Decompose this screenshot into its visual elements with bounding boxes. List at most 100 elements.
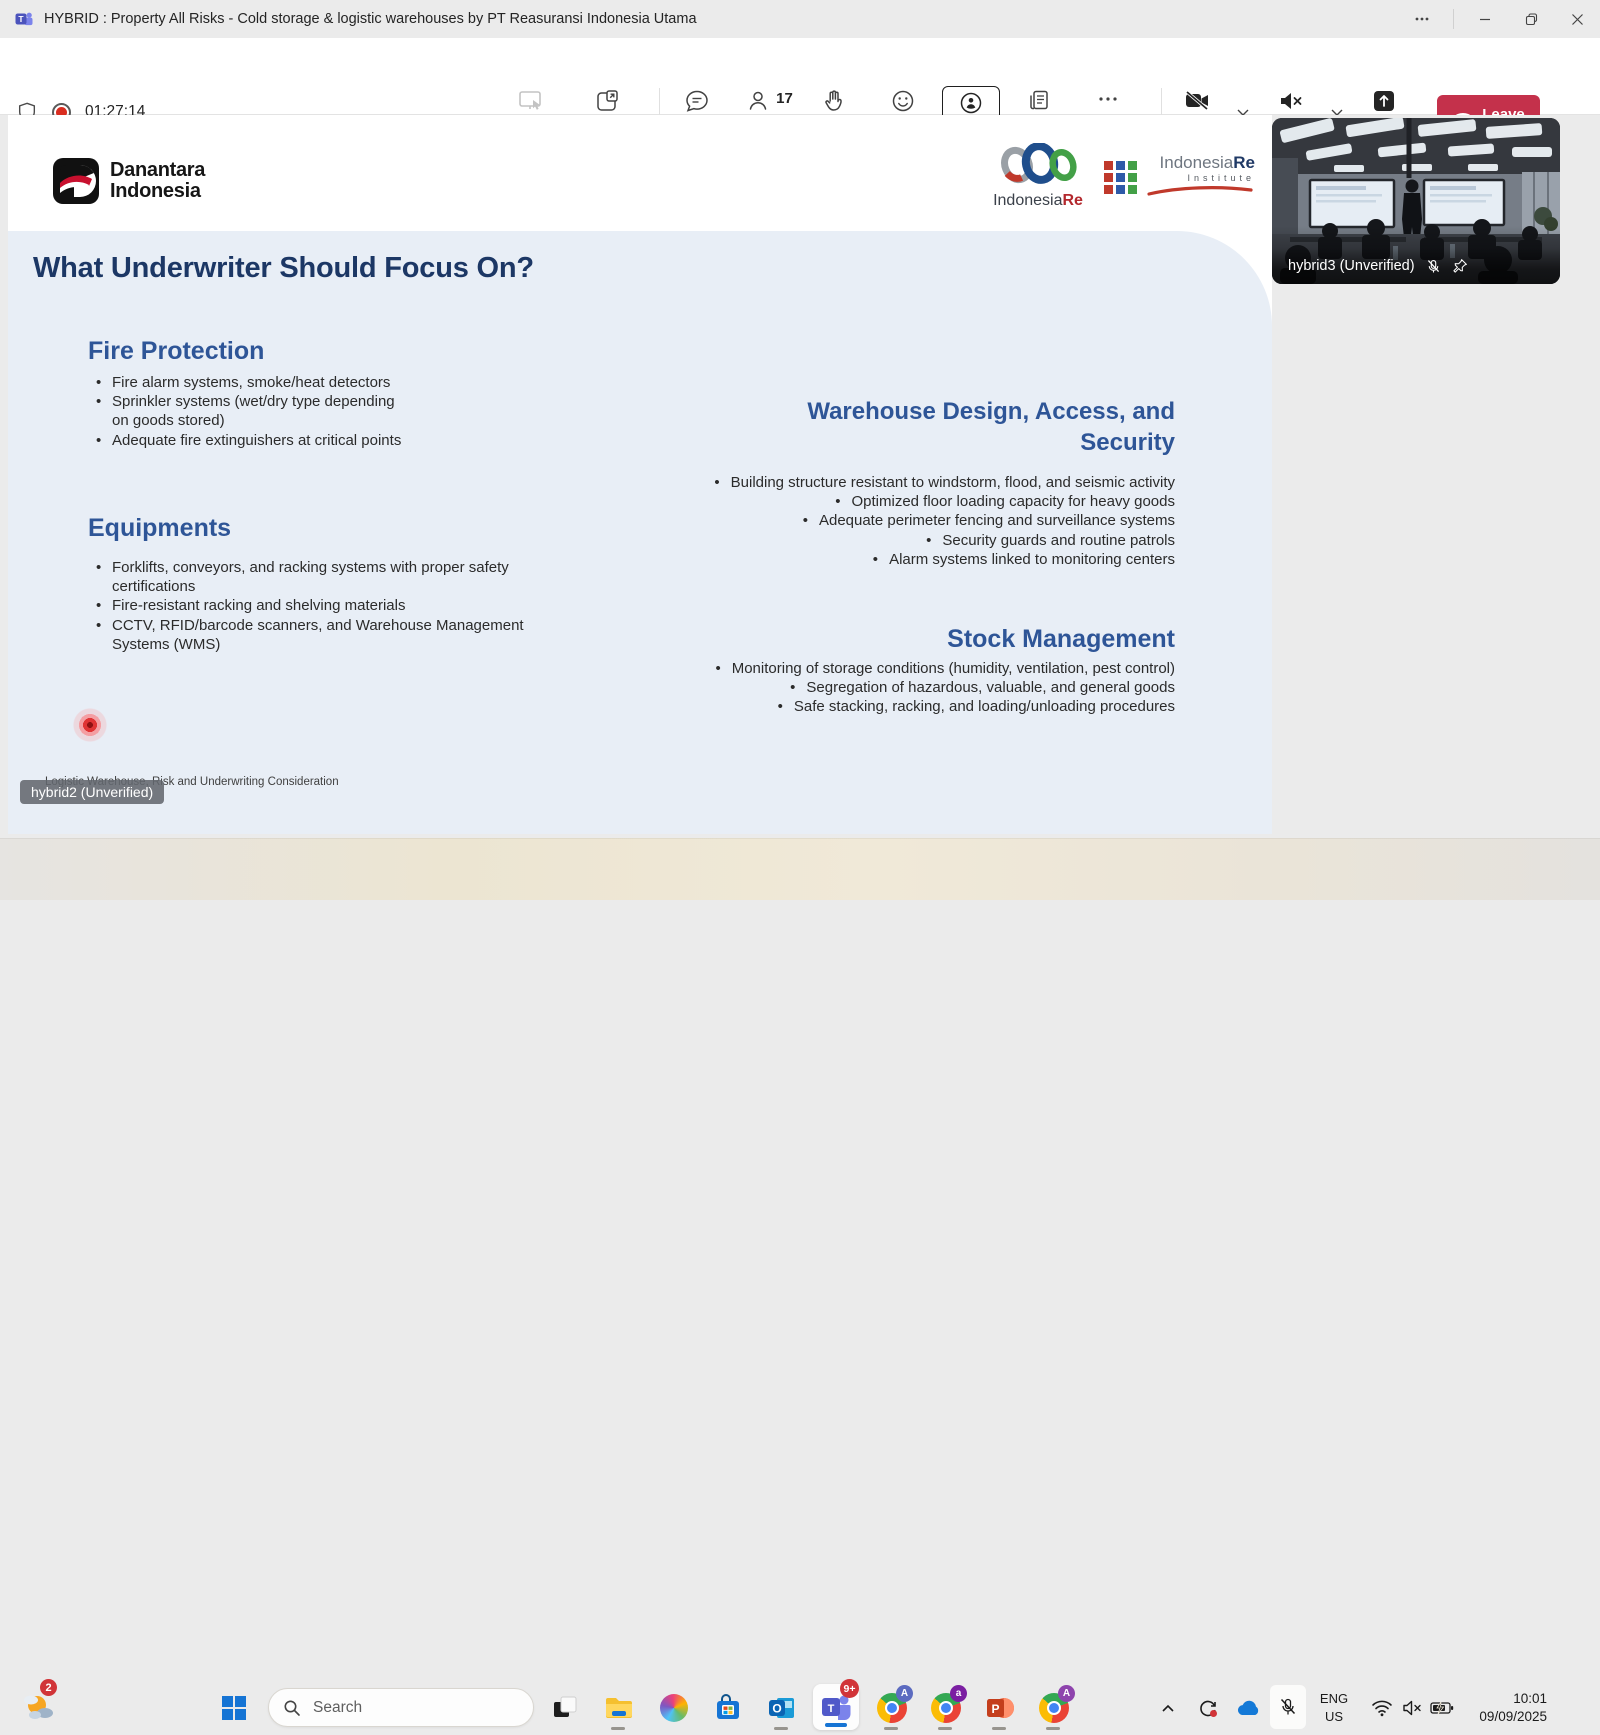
time: 10:01 (1447, 1690, 1547, 1708)
restore-icon (1524, 12, 1539, 27)
warehouse-design-list: Building structure resistant to windstor… (688, 473, 1175, 569)
section-heading-warehouse-design: Warehouse Design, Access, and Security (765, 396, 1175, 458)
copilot-button[interactable] (658, 1692, 690, 1724)
powerpoint-button[interactable]: P (984, 1692, 1016, 1724)
list-item: Security guards and routine patrols (688, 531, 1175, 550)
close-icon (1570, 12, 1585, 27)
windows-taskbar: 2 Search (0, 838, 1600, 900)
window-title: HYBRID : Property All Risks - Cold stora… (44, 11, 697, 27)
list-item: Adequate perimeter fencing and surveilla… (688, 511, 1175, 530)
onedrive-cloud-icon (1235, 1699, 1261, 1717)
participant-video-tile[interactable]: hybrid3 (Unverified) (1272, 118, 1560, 284)
view-icon (958, 90, 984, 116)
language-indicator[interactable]: ENG US (1312, 1690, 1356, 1726)
list-item: Segregation of hazardous, valuable, and … (688, 678, 1175, 697)
pin-icon[interactable] (1452, 258, 1468, 274)
take-control-icon (517, 88, 545, 114)
svg-text:O: O (772, 1702, 781, 1716)
list-item: Fire alarm systems, smoke/heat detectors (94, 373, 414, 392)
section-heading-fire-protection: Fire Protection (88, 337, 264, 366)
institute-grid-icon (1104, 161, 1137, 194)
camera-off-icon (1183, 88, 1213, 114)
sync-icon (1197, 1697, 1219, 1719)
minimize-icon (1478, 12, 1492, 26)
start-button[interactable] (218, 1692, 250, 1724)
raise-hand-icon (821, 88, 847, 114)
section-heading-stock-management: Stock Management (765, 625, 1175, 654)
running-indicator (774, 1727, 788, 1730)
meeting-stage: Danantara Indonesia IndonesiaRe (0, 115, 1600, 838)
sync-tray-button[interactable] (1192, 1692, 1224, 1724)
running-indicator (1046, 1727, 1060, 1730)
outlook-icon: O (767, 1694, 797, 1722)
volume-tray-button[interactable] (1396, 1692, 1428, 1724)
list-item: Monitoring of storage conditions (humidi… (688, 659, 1175, 678)
danantara-logo-text: Danantara Indonesia (110, 160, 205, 202)
chat-icon (684, 88, 710, 114)
presenter-name-label: hybrid2 (Unverified) (20, 780, 164, 804)
equipments-list: Forklifts, conveyors, and racking system… (94, 558, 544, 654)
minimize-button[interactable] (1462, 0, 1508, 38)
share-icon (1371, 88, 1397, 114)
svg-text:P: P (991, 1702, 999, 1716)
running-indicator (884, 1727, 898, 1730)
indonesiare-institute-logo: IndonesiaRe Institute (1104, 153, 1255, 201)
running-indicator (938, 1727, 952, 1730)
list-item: Optimized floor loading capacity for hea… (688, 492, 1175, 511)
mic-off-icon (1425, 258, 1442, 275)
running-indicator (992, 1727, 1006, 1730)
task-view-icon (551, 1694, 579, 1722)
task-view-button[interactable] (549, 1692, 581, 1724)
pop-out-icon (594, 88, 620, 114)
chrome-profile-badge: A (1058, 1685, 1075, 1702)
react-smiley-icon (890, 88, 916, 114)
wifi-tray-button[interactable] (1366, 1692, 1398, 1724)
danantara-logo-icon (52, 157, 100, 205)
mic-tray-button[interactable] (1270, 1685, 1306, 1729)
date: 09/09/2025 (1447, 1708, 1547, 1726)
file-explorer-button[interactable] (603, 1692, 635, 1724)
restore-button[interactable] (1508, 0, 1554, 38)
teams-logo-icon: T (14, 9, 34, 29)
shared-slide: Danantara Indonesia IndonesiaRe (8, 115, 1272, 834)
section-heading-equipments: Equipments (88, 514, 231, 543)
notes-icon (1027, 88, 1053, 114)
list-item: Safe stacking, racking, and loading/unlo… (688, 697, 1175, 716)
taskbar-search[interactable]: Search (268, 1688, 534, 1727)
running-indicator (611, 1727, 625, 1730)
people-count: 17 (776, 90, 793, 107)
active-app-indicator (825, 1723, 847, 1727)
window-titlebar: T HYBRID : Property All Risks - Cold sto… (0, 0, 1600, 38)
people-icon (747, 88, 773, 114)
notification-badge: 2 (40, 1679, 57, 1696)
danantara-logo: Danantara Indonesia (52, 157, 205, 205)
stock-management-list: Monitoring of storage conditions (humidi… (688, 659, 1175, 717)
file-explorer-icon (604, 1695, 634, 1721)
list-item: Fire-resistant racking and shelving mate… (94, 596, 544, 615)
mic-muted-speaker-icon (1277, 88, 1305, 114)
list-item: Sprinkler systems (wet/dry type dependin… (94, 392, 414, 430)
titlebar-more-button[interactable] (1399, 0, 1445, 38)
tray-expand-button[interactable] (1152, 1692, 1184, 1724)
laser-pointer-dot (70, 705, 110, 745)
outlook-button[interactable]: O (766, 1692, 798, 1724)
svg-text:T: T (18, 14, 24, 24)
copilot-icon (660, 1694, 688, 1722)
speaker-muted-icon (1402, 1699, 1422, 1717)
chrome-profile-badge: A (896, 1685, 913, 1702)
list-item: CCTV, RFID/barcode scanners, and Warehou… (94, 616, 544, 654)
titlebar-separator (1453, 9, 1454, 29)
taskbar-clock[interactable]: 10:01 09/09/2025 (1447, 1690, 1547, 1726)
list-item: Forklifts, conveyors, and racking system… (94, 558, 544, 596)
onedrive-tray-button[interactable] (1232, 1692, 1264, 1724)
indonesiare-logo: IndonesiaRe (990, 143, 1086, 210)
slide-title: What Underwriter Should Focus On? (33, 252, 534, 285)
microsoft-store-button[interactable] (712, 1692, 744, 1724)
teams-meeting-window: T HYBRID : Property All Risks - Cold sto… (0, 0, 1600, 900)
wifi-icon (1371, 1699, 1393, 1717)
microsoft-store-icon (714, 1694, 742, 1722)
meeting-toolbar: 01:27:14 Take control Pop out (0, 38, 1600, 115)
indonesiare-logo-text: IndonesiaRe (990, 192, 1086, 210)
participant-name: hybrid3 (Unverified) (1288, 258, 1415, 274)
close-button[interactable] (1554, 0, 1600, 38)
